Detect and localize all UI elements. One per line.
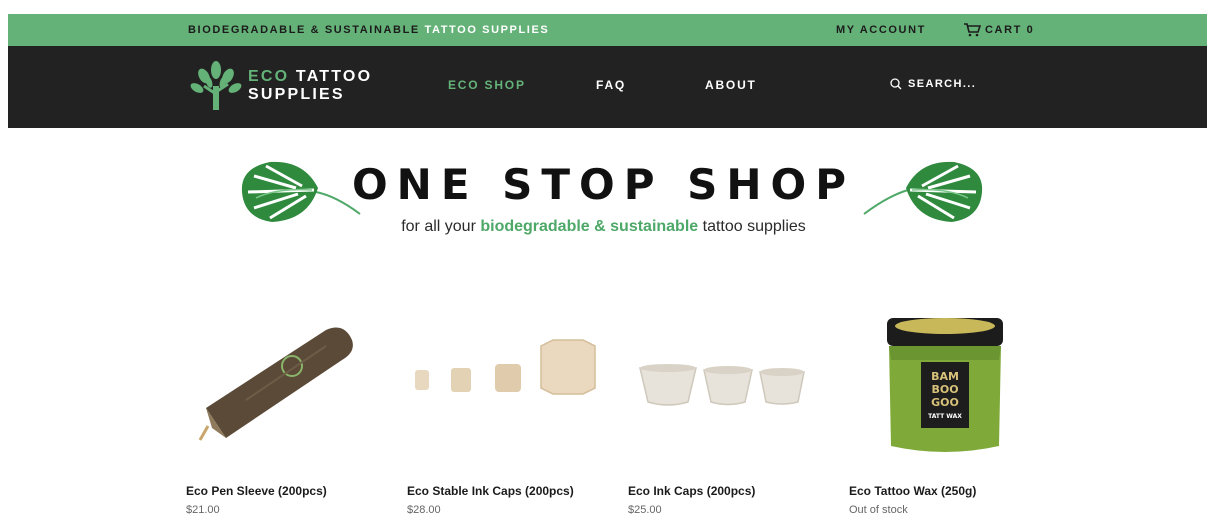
product-card[interactable]: Eco Stable Ink Caps (200pcs) $28.00 [407,300,607,516]
site-header: BIODEGRADABLE & SUSTAINABLE TATTOO SUPPL… [8,14,1207,128]
cart-link[interactable]: CART 0 [963,23,1034,37]
search-placeholder: SEARCH... [908,78,977,90]
product-name[interactable]: Eco Pen Sleeve (200pcs) [186,484,386,498]
hero-banner: ONE STOP SHOP for all your biodegradable… [0,146,1207,246]
nav-eco-shop[interactable]: ECO SHOP [448,78,526,92]
my-account-link[interactable]: MY ACCOUNT [836,24,926,36]
promo-text: BIODEGRADABLE & SUSTAINABLE TATTOO SUPPL… [188,24,550,36]
tree-logo-icon [190,61,242,110]
cart-label: CART 0 [985,24,1035,36]
search-icon [890,78,902,90]
product-card[interactable]: Eco Ink Caps (200pcs) $25.00 [628,300,828,516]
ink-caps-image[interactable] [628,300,818,470]
logo-text: ECO TATTOO SUPPLIES [248,68,373,103]
jar-label-word: BOO [931,383,958,396]
tattoo-wax-jar-image[interactable]: BAM BOO GOO TATT WAX [849,300,1039,470]
jar-label-text: BAM BOO GOO [931,370,959,409]
product-price: $21.00 [186,504,220,516]
pen-sleeve-image[interactable] [186,300,376,470]
jar-label-word: GOO [931,396,959,409]
product-price: Out of stock [849,504,908,516]
top-promo-bar: BIODEGRADABLE & SUSTAINABLE TATTOO SUPPL… [8,14,1207,46]
product-card[interactable]: Eco Pen Sleeve (200pcs) $21.00 [186,300,386,516]
product-grid: Eco Pen Sleeve (200pcs) $21.00 Eco Stabl… [0,300,1207,532]
jar-label-word: BAM [931,370,959,383]
cart-icon [964,23,981,37]
product-name[interactable]: Eco Ink Caps (200pcs) [628,484,828,498]
search-input[interactable]: SEARCH... [890,78,976,90]
product-name[interactable]: Eco Stable Ink Caps (200pcs) [407,484,607,498]
hero-tagline: for all your biodegradable & sustainable… [401,218,806,235]
product-name[interactable]: Eco Tattoo Wax (250g) [849,484,1049,498]
jar-sublabel-text: TATT WAX [928,413,962,420]
monstera-leaf-right-icon [863,161,983,222]
product-price: $28.00 [407,504,441,516]
nav-faq[interactable]: FAQ [596,78,626,92]
main-navbar: ECO TATTOO SUPPLIES ECO SHOP FAQ ABOUT S… [8,46,1207,128]
nav-about[interactable]: ABOUT [705,78,757,92]
hero-title: ONE STOP SHOP [351,160,856,209]
stable-ink-caps-image[interactable] [407,300,597,470]
product-price: $25.00 [628,504,662,516]
site-logo[interactable]: ECO TATTOO SUPPLIES [190,60,372,112]
product-card[interactable]: BAM BOO GOO TATT WAX Eco Tattoo Wax (250g)… [849,300,1049,516]
